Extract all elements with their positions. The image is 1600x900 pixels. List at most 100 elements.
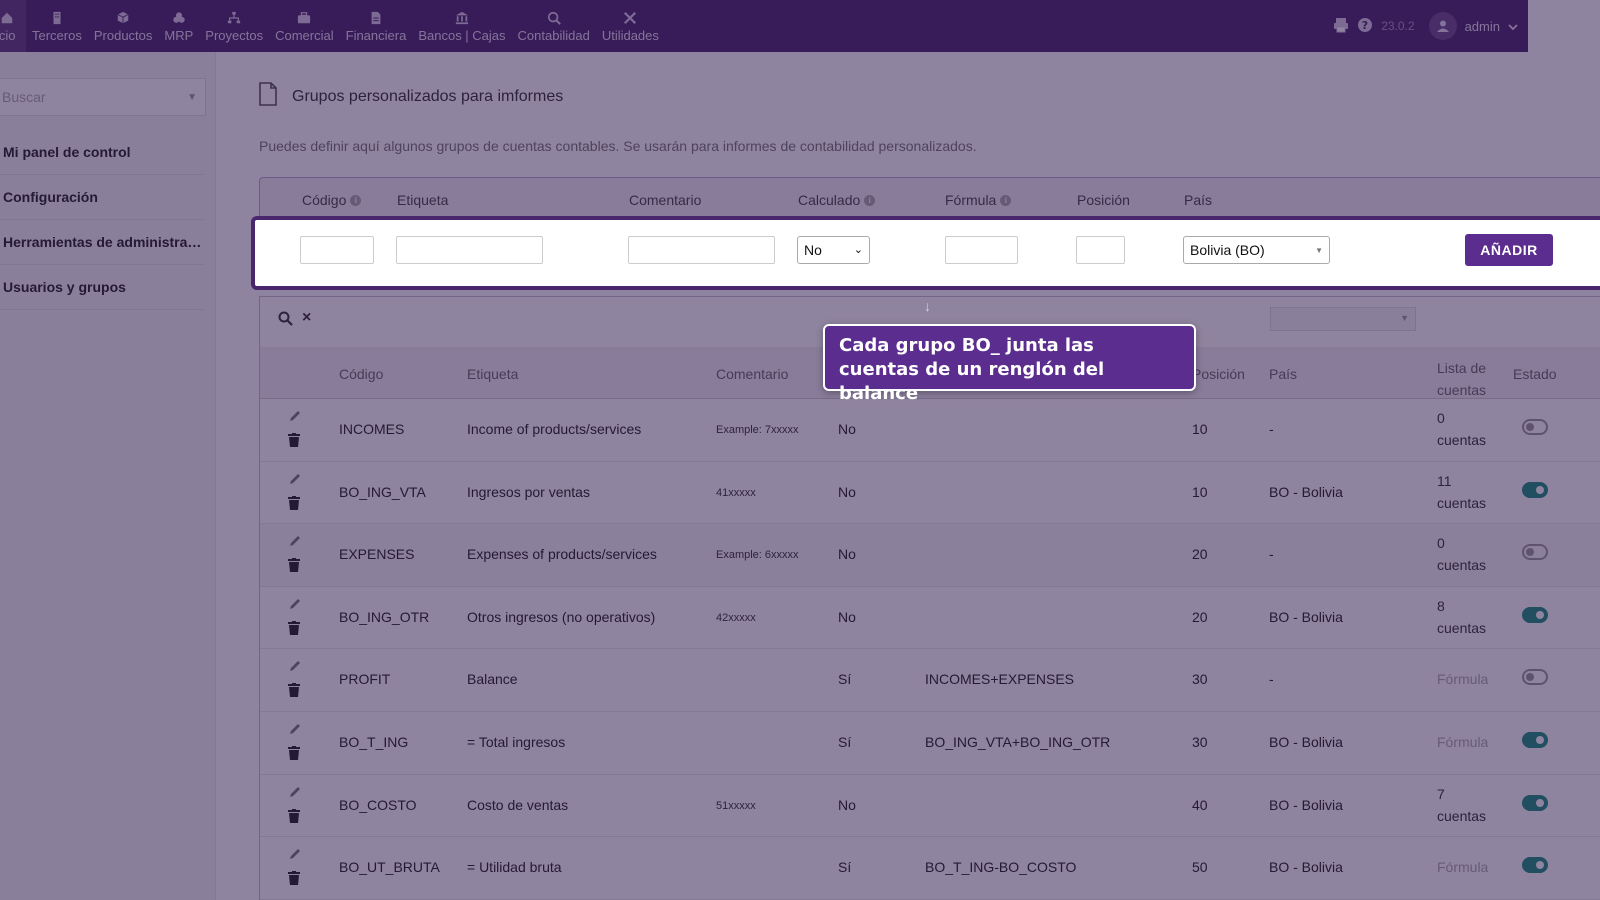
sidebar-item-dashboard[interactable]: Mi panel de control — [0, 130, 204, 175]
status-toggle[interactable] — [1522, 481, 1548, 498]
sidebar-item-admin-tools[interactable]: Herramientas de administración — [0, 220, 204, 265]
cell-calculado: No — [838, 483, 856, 500]
cell-etiqueta: = Total ingresos — [467, 733, 566, 750]
user-avatar-icon[interactable] — [1428, 12, 1457, 40]
clear-filter-icon[interactable]: × — [302, 309, 311, 327]
edit-pencil-icon[interactable] — [288, 597, 302, 614]
cell-lista-cuentas[interactable]: 7 cuentas — [1437, 783, 1486, 827]
tab-proyectos[interactable]: Proyectos — [199, 0, 269, 52]
status-toggle[interactable] — [1522, 606, 1548, 623]
table-row: BO_COSTO Costo de ventas 51xxxxx No 40 BO - B… — [260, 775, 1600, 838]
sidebar-item-users-groups[interactable]: Usuarios y grupos — [0, 265, 204, 310]
cell-lista-cuentas: Fórmula — [1437, 859, 1489, 876]
sidebar-search-input[interactable]: Buscar ▼ — [0, 78, 206, 116]
status-toggle[interactable] — [1522, 544, 1548, 561]
cell-lista-cuentas[interactable]: 11 cuentas — [1437, 470, 1486, 514]
etiqueta-input[interactable] — [396, 236, 543, 264]
status-toggle[interactable] — [1522, 669, 1548, 686]
th-comentario[interactable]: Comentario — [716, 366, 788, 382]
tab-productos[interactable]: Productos — [88, 0, 159, 52]
status-toggle[interactable] — [1522, 857, 1548, 874]
th-pais[interactable]: País — [1269, 366, 1297, 382]
tab-label: Contabilidad — [517, 28, 590, 43]
cell-lista-cuentas[interactable]: 0 cuentas — [1437, 532, 1486, 576]
user-name[interactable]: admin — [1465, 19, 1500, 34]
cell-calculado: Sí — [838, 733, 852, 750]
caret-down-icon: ▼ — [1400, 313, 1409, 323]
edit-pencil-icon[interactable] — [288, 659, 302, 676]
th-estado[interactable]: Estado — [1513, 366, 1557, 382]
cell-codigo: EXPENSES — [339, 546, 415, 563]
codigo-input[interactable] — [300, 236, 374, 264]
briefcase-icon — [297, 8, 311, 28]
delete-trash-icon[interactable] — [288, 871, 300, 888]
cell-lista-cuentas[interactable]: 8 cuentas — [1437, 595, 1486, 639]
table-row: BO_ING_OTR Otros ingresos (no operativos)… — [260, 587, 1600, 650]
help-icon[interactable]: ? — [1357, 17, 1373, 36]
tour-highlight-add-row: No ⌄ Bolivia (BO) ▼ AÑADIR — [251, 216, 1600, 290]
edit-pencil-icon[interactable] — [288, 472, 302, 489]
cell-calculado: Sí — [838, 671, 852, 688]
delete-trash-icon[interactable] — [288, 558, 300, 575]
tools-icon — [623, 8, 637, 28]
delete-trash-icon[interactable] — [288, 495, 300, 513]
cell-etiqueta: Income of products/services — [467, 421, 642, 437]
comentario-input[interactable] — [628, 236, 775, 264]
search-placeholder: Buscar — [2, 89, 46, 105]
tab-terceros[interactable]: Terceros — [26, 0, 88, 52]
printer-icon[interactable] — [1333, 17, 1349, 36]
cell-posicion: 30 — [1192, 733, 1208, 750]
cell-lista-cuentas: Fórmula — [1437, 733, 1489, 750]
add-button[interactable]: AÑADIR — [1465, 234, 1553, 266]
chevron-down-icon[interactable] — [1508, 19, 1518, 34]
cell-etiqueta: Expenses of products/services — [467, 546, 657, 563]
add-header-formula: Fórmula i — [945, 192, 1012, 208]
tab-label: icio — [0, 28, 16, 43]
cell-lista-cuentas[interactable]: 0 cuentas — [1437, 407, 1486, 451]
tab-bancos-cajas[interactable]: Bancos | Cajas — [412, 0, 511, 52]
tab-label: Productos — [93, 28, 153, 43]
th-etiqueta[interactable]: Etiqueta — [467, 366, 518, 382]
tab-utilidades[interactable]: Utilidades — [596, 0, 665, 52]
top-right-area: ? 23.0.2 admin — [1333, 0, 1518, 52]
cubes-icon — [172, 8, 186, 28]
th-codigo[interactable]: Código — [339, 366, 383, 382]
status-toggle[interactable] — [1522, 419, 1548, 435]
delete-trash-icon[interactable] — [288, 683, 300, 700]
delete-trash-icon[interactable] — [288, 620, 300, 638]
cell-codigo: BO_COSTO — [339, 796, 417, 813]
edit-pencil-icon[interactable] — [288, 534, 302, 551]
add-header-comentario: Comentario — [629, 192, 702, 208]
calculado-select[interactable]: No ⌄ — [797, 236, 870, 264]
tab-financiera[interactable]: Financiera — [340, 0, 413, 52]
pais-select[interactable]: Bolivia (BO) ▼ — [1183, 236, 1330, 264]
posicion-input[interactable] — [1076, 236, 1125, 264]
search-icon[interactable] — [278, 311, 293, 331]
tab-contabilidad[interactable]: Contabilidad — [512, 0, 596, 52]
add-header-calculado: Calculado i — [798, 192, 876, 208]
status-toggle[interactable] — [1522, 794, 1548, 811]
delete-trash-icon[interactable] — [288, 808, 300, 826]
th-posicion[interactable]: Posición — [1192, 366, 1245, 382]
country-filter-select[interactable]: ▼ — [1270, 307, 1416, 331]
sidebar-item-setup[interactable]: Configuración — [0, 175, 204, 220]
edit-pencil-icon[interactable] — [288, 785, 302, 802]
edit-pencil-icon[interactable] — [288, 409, 302, 426]
formula-input[interactable] — [945, 236, 1018, 264]
delete-trash-icon[interactable] — [288, 433, 300, 450]
cell-posicion: 30 — [1192, 671, 1208, 688]
main-content: Grupos personalizados para imformes Pued… — [216, 52, 1600, 900]
page-description: Puedes definir aquí algunos grupos de cu… — [259, 138, 977, 154]
edit-pencil-icon[interactable] — [288, 847, 302, 864]
table-row: BO_ING_VTA Ingresos por ventas 41xxxxx No 10… — [260, 462, 1600, 525]
status-toggle[interactable] — [1522, 731, 1548, 748]
cell-posicion: 10 — [1192, 421, 1208, 437]
delete-trash-icon[interactable] — [288, 745, 300, 763]
edit-pencil-icon[interactable] — [288, 722, 302, 739]
cell-etiqueta: = Utilidad bruta — [467, 859, 562, 876]
tab-comercial[interactable]: Comercial — [269, 0, 340, 52]
svg-text:?: ? — [1362, 19, 1368, 32]
tab-home[interactable]: icio — [0, 0, 26, 52]
cell-calculado: No — [838, 421, 856, 437]
tab-mrp[interactable]: MRP — [158, 0, 199, 52]
